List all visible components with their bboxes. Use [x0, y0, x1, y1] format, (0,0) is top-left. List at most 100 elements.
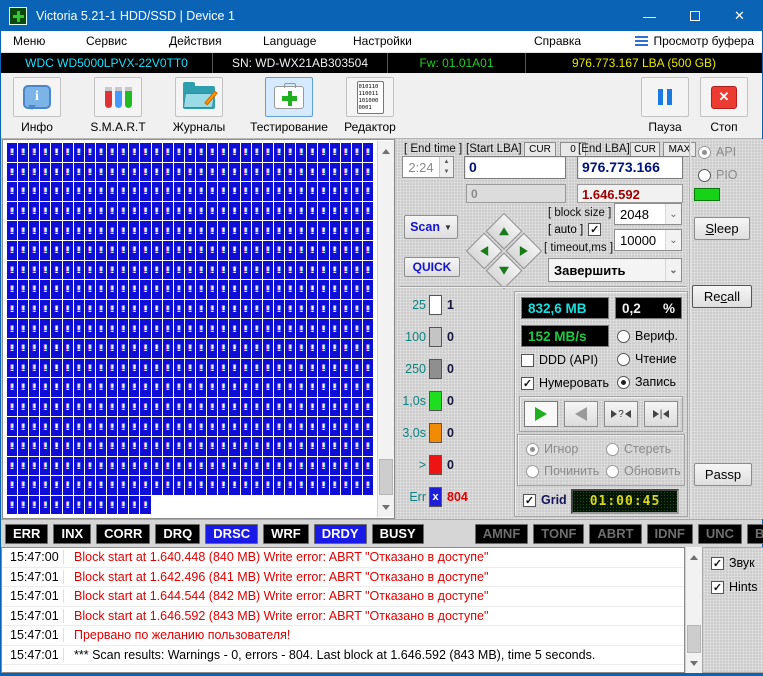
log-scroll-up-icon[interactable] — [686, 547, 702, 563]
scan-block: ! — [40, 280, 50, 299]
scan-block: ! — [29, 437, 39, 456]
verify-radio[interactable] — [617, 330, 630, 343]
minimize-button[interactable]: — — [627, 1, 672, 31]
journals-button[interactable]: Журналы — [167, 77, 231, 134]
menu-item-3[interactable]: Действия — [169, 34, 222, 48]
menu-item-2[interactable]: Сервис — [86, 34, 127, 48]
end-time-spinner[interactable]: 2:24 ▲▼ — [402, 156, 454, 178]
stop-button[interactable]: ✕ Стоп — [699, 77, 749, 134]
end-lba-cur-button[interactable]: CUR — [630, 142, 660, 157]
editor-button[interactable]: 0101101100111010000001 Редактор — [337, 77, 403, 134]
register-drsc[interactable]: DRSC — [205, 524, 258, 544]
grid-checkbox-row[interactable]: ✓ Grid — [523, 493, 567, 507]
sound-checkbox-row[interactable]: ✓ Звук — [711, 556, 755, 570]
end-lba-input[interactable]: 976.773.166 — [577, 156, 683, 179]
register-wrf[interactable]: WRF — [263, 524, 309, 544]
quick-button[interactable]: QUICK — [404, 257, 460, 277]
testing-button[interactable]: Тестирование — [241, 77, 337, 134]
start-lba-input[interactable]: 0 — [464, 156, 566, 179]
scan-block: ! — [207, 378, 217, 397]
grid-scroll-down-icon[interactable] — [378, 501, 394, 517]
auto-checkbox[interactable]: ✓ — [588, 223, 601, 236]
log-side-panel: ✓ Звук ✓ Hints — [702, 547, 763, 673]
close-button[interactable]: ✕ — [717, 1, 762, 31]
start-lba-cur-button[interactable]: CUR — [524, 142, 556, 157]
log-message: Block start at 1.642.496 (841 MB) Write … — [64, 570, 488, 584]
smart-icon — [105, 87, 132, 108]
scan-block: ! — [152, 182, 162, 201]
scan-block: ! — [85, 398, 95, 417]
counter-label: Err — [398, 490, 426, 504]
scan-block: ! — [318, 378, 328, 397]
scan-button[interactable]: Scan▼ — [404, 215, 458, 239]
after-scan-action-combo[interactable]: Завершить⌄ — [548, 258, 682, 282]
play-back-button[interactable] — [564, 401, 598, 427]
buffer-view-button[interactable]: Просмотр буфера — [635, 34, 754, 48]
scan-block: ! — [152, 417, 162, 436]
register-abrt[interactable]: ABRT — [589, 524, 641, 544]
scan-block: ! — [296, 143, 306, 162]
menu-item-6[interactable]: Справка — [534, 34, 581, 48]
recall-button[interactable]: Recall — [692, 285, 752, 308]
register-bbk[interactable]: BBK — [747, 524, 763, 544]
log-scroll-down-icon[interactable] — [686, 657, 702, 673]
hints-checkbox-row[interactable]: ✓ Hints — [711, 580, 757, 594]
timeout-combo[interactable]: 10000⌄ — [614, 229, 682, 251]
scan-block: ! — [196, 221, 206, 240]
block-size-combo[interactable]: 2048⌄ — [614, 203, 682, 225]
write-radio-row[interactable]: Запись — [617, 375, 676, 389]
ddd-checkbox-row[interactable]: DDD (API) — [521, 353, 598, 367]
scan-block: ! — [330, 359, 340, 378]
seek-question-button[interactable]: ? — [604, 401, 638, 427]
sleep-button[interactable]: Sleep — [694, 217, 750, 240]
menu-item-5[interactable]: Настройки — [353, 34, 412, 48]
register-idnf[interactable]: IDNF — [647, 524, 693, 544]
register-drq[interactable]: DRQ — [155, 524, 200, 544]
scan-block: ! — [185, 221, 195, 240]
smart-button[interactable]: S.M.A.R.T — [83, 77, 153, 134]
grid-scrollbar[interactable] — [377, 141, 394, 517]
ddd-checkbox[interactable] — [521, 354, 534, 367]
pause-button[interactable]: Пауза — [637, 77, 693, 134]
grid-scroll-thumb[interactable] — [379, 459, 393, 495]
write-radio[interactable] — [617, 376, 630, 389]
numerate-label: Нумеровать — [539, 376, 609, 390]
scan-block: ! — [152, 457, 162, 476]
read-radio[interactable] — [617, 353, 630, 366]
register-busy[interactable]: BUSY — [372, 524, 424, 544]
menu-item-4[interactable]: Language — [263, 34, 316, 48]
register-err[interactable]: ERR — [5, 524, 48, 544]
register-tonf[interactable]: TONF — [533, 524, 584, 544]
maximize-button[interactable] — [672, 1, 717, 31]
scan-block: ! — [196, 398, 206, 417]
log-row: 15:47:01Block start at 1.642.496 (841 MB… — [2, 568, 684, 588]
scan-block: ! — [174, 241, 184, 260]
numerate-checkbox-row[interactable]: ✓ Нумеровать — [521, 376, 609, 390]
register-corr[interactable]: CORR — [96, 524, 150, 544]
numerate-checkbox[interactable]: ✓ — [521, 377, 534, 390]
menu-item-1[interactable]: Меню — [13, 34, 45, 48]
grid-checkbox[interactable]: ✓ — [523, 494, 536, 507]
scan-block: ! — [341, 417, 351, 436]
log-scroll-thumb[interactable] — [687, 625, 701, 653]
verify-radio-row[interactable]: Вериф. — [617, 329, 678, 343]
scan-block: ! — [96, 241, 106, 260]
register-amnf[interactable]: AMNF — [475, 524, 529, 544]
seek-end-button[interactable]: | — [644, 401, 678, 427]
end-lba-max-button[interactable]: MAX — [663, 142, 696, 157]
log-scrollbar[interactable] — [685, 547, 702, 673]
info-button[interactable]: i Инфо — [9, 77, 65, 134]
register-drdy[interactable]: DRDY — [314, 524, 367, 544]
hints-checkbox[interactable]: ✓ — [711, 581, 724, 594]
passp-button[interactable]: Passp — [694, 463, 752, 486]
grid-scroll-up-icon[interactable] — [378, 141, 394, 157]
register-inx[interactable]: INX — [53, 524, 91, 544]
scan-block: ! — [163, 182, 173, 201]
play-forward-button[interactable] — [524, 401, 558, 427]
scan-block: ! — [163, 339, 173, 358]
scan-block: ! — [129, 457, 139, 476]
register-unc[interactable]: UNC — [698, 524, 742, 544]
read-radio-row[interactable]: Чтение — [617, 352, 677, 366]
start-lba-secondary-input: 0 — [466, 184, 566, 203]
sound-checkbox[interactable]: ✓ — [711, 557, 724, 570]
